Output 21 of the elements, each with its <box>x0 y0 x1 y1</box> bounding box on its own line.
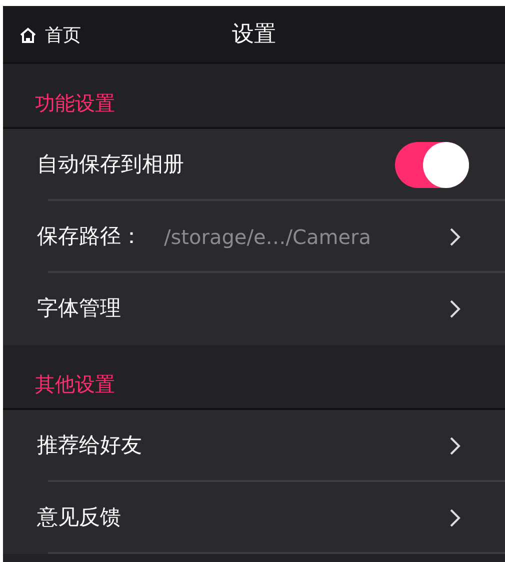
section-title: 其他设置 <box>35 372 115 396</box>
home-icon <box>19 26 37 44</box>
settings-row[interactable]: 意见反馈 <box>3 482 505 554</box>
settings-row[interactable]: 自动保存到相册 <box>3 129 505 201</box>
setting-label: 自动保存到相册 <box>37 151 184 178</box>
chevron-icon <box>449 436 461 456</box>
setting-label: 推荐给好友 <box>37 432 142 460</box>
setting-label: 意见反馈 <box>37 504 121 532</box>
chevron-icon <box>449 299 461 319</box>
setting-label: 字体管理 <box>37 295 121 322</box>
chevron-icon <box>449 227 461 247</box>
settings-row[interactable]: 字体管理 <box>3 273 505 345</box>
path-value: /storage/e…/Camera <box>164 224 371 251</box>
chevron-icon <box>449 508 461 528</box>
toggle-switch[interactable] <box>395 142 469 188</box>
home-link[interactable]: 首页 <box>3 6 81 64</box>
page-title: 设置 <box>232 22 276 47</box>
setting-label: 保存路径： <box>37 223 142 250</box>
settings-row[interactable]: 推荐给好友 <box>3 410 505 482</box>
section-title: 功能设置 <box>35 91 115 115</box>
settings-row[interactable]: 保存路径： /storage/e…/Camera <box>3 201 505 273</box>
